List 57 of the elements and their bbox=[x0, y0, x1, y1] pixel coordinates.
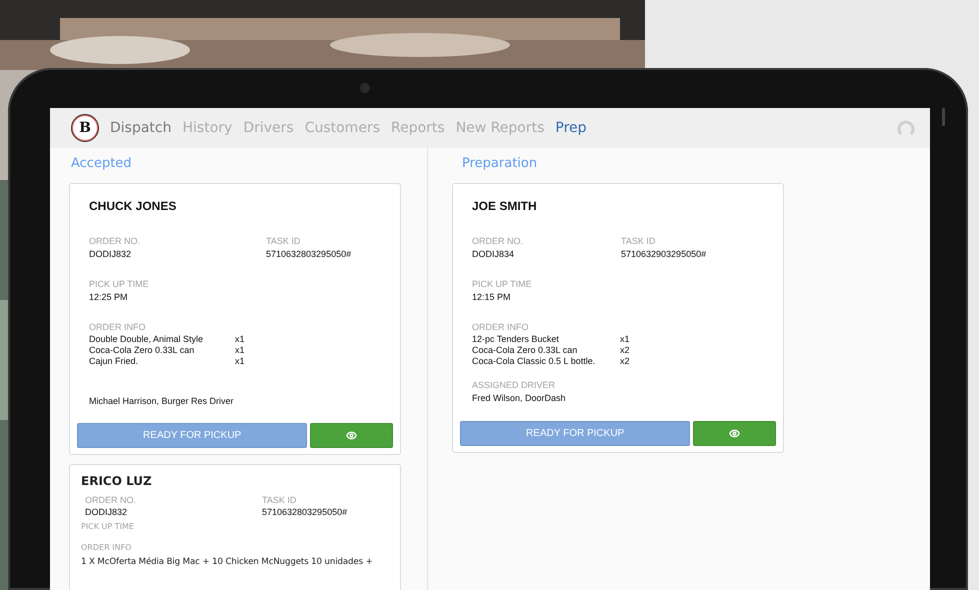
nav-tab[interactable]: History bbox=[182, 120, 232, 136]
eye-icon bbox=[729, 428, 740, 439]
field-label: ORDER NO. bbox=[89, 235, 142, 247]
field-label: ORDER INFO bbox=[81, 542, 132, 553]
logo: B bbox=[71, 114, 99, 142]
order-number: DODIJ832 bbox=[85, 506, 128, 518]
field-label: TASK ID bbox=[266, 235, 302, 247]
camera-icon bbox=[360, 83, 370, 93]
ready-for-pickup-button[interactable]: READY FOR PICKUP bbox=[77, 423, 308, 448]
column-title: Preparation bbox=[461, 156, 538, 171]
nav-tab[interactable]: Reports bbox=[391, 120, 445, 136]
driver-name: Michael Harrison, Burger Res Driver bbox=[89, 395, 235, 407]
item-name: Cajun Fried. bbox=[89, 356, 140, 367]
item-quantity: x2 bbox=[620, 356, 631, 367]
field-label: ORDER NO. bbox=[472, 235, 524, 247]
customer-name: JOE SMITH bbox=[472, 199, 538, 213]
field-label: ORDER INFO bbox=[472, 321, 530, 333]
order-number: DODIJ832 bbox=[89, 248, 132, 260]
ready-for-pickup-button[interactable]: READY FOR PICKUP bbox=[460, 421, 690, 446]
item-name: Coca-Cola Classic 0.5 L bottle. bbox=[472, 356, 596, 367]
item-quantity: x2 bbox=[620, 345, 631, 356]
nav-tab[interactable]: New Reports bbox=[456, 120, 544, 136]
field-label: ASSIGNED DRIVER bbox=[472, 379, 556, 391]
item-name: Coca-Cola Zero 0.33L can bbox=[472, 345, 578, 356]
task-id: 5710632803295050# bbox=[266, 248, 352, 260]
field-label: TASK ID bbox=[262, 494, 298, 506]
item-name: 12-pc Tenders Bucket bbox=[472, 334, 560, 345]
view-button[interactable] bbox=[693, 421, 776, 446]
field-label: PICK UP TIME bbox=[81, 521, 135, 532]
item-quantity: x1 bbox=[235, 345, 246, 356]
field-label: TASK ID bbox=[621, 235, 656, 247]
task-id: 5710632903295050# bbox=[621, 248, 708, 260]
pickup-time: 12:25 PM bbox=[89, 291, 129, 303]
field-label: PICK UP TIME bbox=[472, 278, 533, 290]
field-label: ORDER NO. bbox=[85, 494, 138, 506]
item-quantity: x1 bbox=[235, 334, 246, 345]
eye-icon bbox=[346, 430, 358, 441]
driver-name: Fred Wilson, DoorDash bbox=[472, 392, 567, 404]
task-id: 5710632803295050# bbox=[262, 506, 348, 518]
pickup-time: 12:15 PM bbox=[472, 291, 512, 303]
order-number: DODIJ834 bbox=[472, 248, 516, 260]
order-info: 1 X McOferta Média Big Mac + 10 Chicken McNuggets 10 unidades + bbox=[81, 556, 374, 569]
column-title: Accepted bbox=[70, 156, 133, 171]
item-quantity: x1 bbox=[235, 356, 246, 367]
field-label: ORDER INFO bbox=[89, 321, 147, 333]
nav-tab[interactable]: Drivers bbox=[243, 120, 294, 136]
nav-tab[interactable]: Dispatch bbox=[110, 120, 172, 136]
nav-tab[interactable]: Customers bbox=[304, 120, 380, 136]
view-button[interactable] bbox=[310, 423, 393, 448]
item-quantity: x1 bbox=[620, 334, 631, 345]
field-label: PICK UP TIME bbox=[89, 278, 150, 290]
item-name: Coca-Cola Zero 0.33L can bbox=[89, 345, 196, 356]
user-icon bbox=[896, 118, 916, 138]
customer-name: CHUCK JONES bbox=[89, 199, 178, 213]
customer-name: ERICO LUZ bbox=[81, 474, 153, 488]
item-name: Double Double, Animal Style bbox=[89, 334, 204, 345]
nav-tab[interactable]: Prep bbox=[555, 120, 587, 136]
